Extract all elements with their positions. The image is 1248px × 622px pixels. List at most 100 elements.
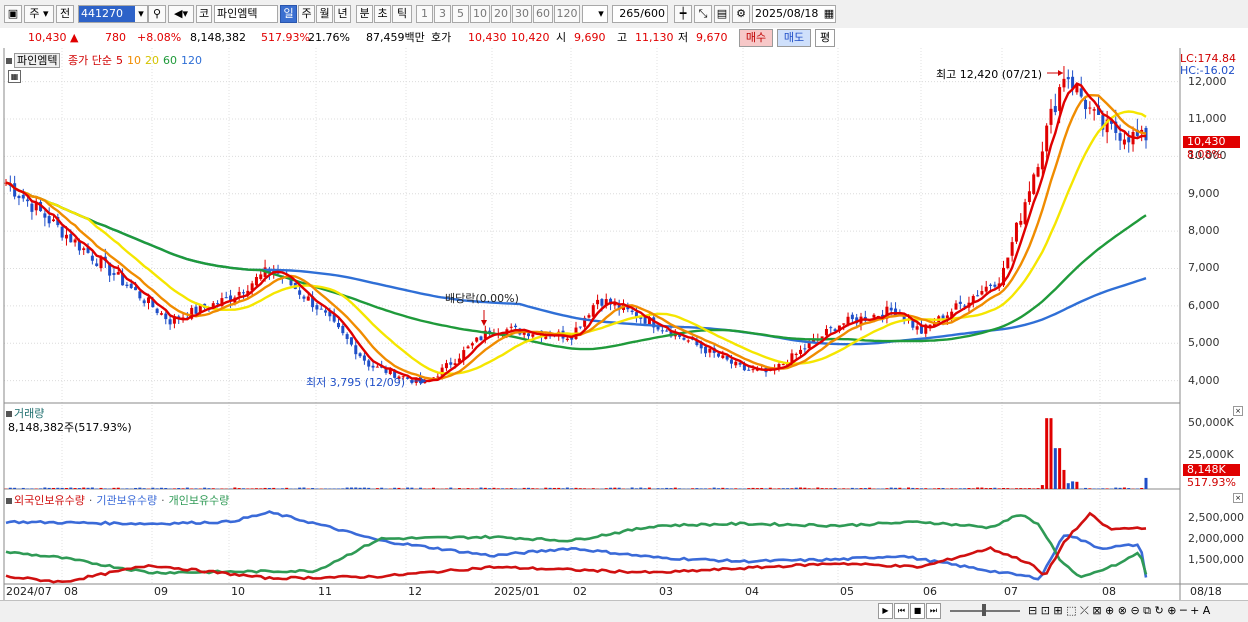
avg-button[interactable]: 평 [815,29,835,47]
interval-60[interactable]: 60 [533,5,553,23]
window-icon[interactable]: ▣ [4,5,22,23]
period-second[interactable]: 초 [374,5,391,23]
open-value: 9,690 [574,31,606,45]
period-day[interactable]: 일 [280,5,297,23]
prev-button[interactable]: 전 [56,5,74,23]
low-value: 9,670 [696,31,728,45]
interval-5[interactable]: 5 [452,5,469,23]
volume-bar [635,488,638,489]
scroll-right-icon[interactable]: ▶ [878,603,893,619]
volume-bar [56,488,59,489]
date-value: 2025/08/18 [755,7,818,20]
search-icon[interactable]: ⚲ [148,5,166,23]
stock-code-value: 441270 [81,7,123,20]
candle-body [682,338,685,340]
volume-bar [752,488,755,489]
calendar-icon[interactable]: ▦ [823,6,835,22]
candle-body [842,323,845,324]
gear-icon[interactable]: ⚙ [732,5,750,23]
volume-bar [842,488,845,489]
volume-bar [829,488,832,489]
bottom-scrollbar[interactable]: ▶ ⏮ ■ ⏭ ⊟ ⊡ ⊞ ⬚ ⤫ ⊠ ⊕ ⊗ ⊖ ⧉ ↻ ⊕ ─ + A [0,600,1248,622]
close-icon[interactable]: × [1233,493,1243,503]
volume-bar [765,488,768,489]
volume-bar [562,488,565,489]
sell-button[interactable]: 매도 [777,29,811,47]
candle-body [985,287,988,292]
stock-name-field[interactable]: 파인엠텍 [214,5,278,23]
volume-bar [164,488,167,489]
toolbar: ▣ 주 ▾ 전 441270▾ ⚲ ◀▾ 코 파인엠텍 일 주 월 년 분 초 … [0,0,1248,29]
volume-bar [449,488,452,489]
candle-body [359,353,362,356]
interval-20[interactable]: 20 [491,5,511,23]
period-tick[interactable]: 틱 [392,5,412,23]
buy-button[interactable]: 매수 [739,29,773,47]
volume-bar [980,488,983,489]
candle-body [337,323,340,327]
period-type-select[interactable]: 주 ▾ [24,5,54,23]
bid-value: 10,420 [511,31,550,45]
stock-name-tag[interactable]: 파인엠텍 [14,53,60,68]
toolbar-icons-right[interactable]: ⊟ ⊡ ⊞ ⬚ ⤫ ⊠ ⊕ ⊗ ⊖ ⧉ ↻ ⊕ ─ + A [1028,603,1210,618]
volume-bar [492,488,495,489]
candle-body [592,305,595,317]
count-field[interactable]: 265/600 [612,5,668,23]
first-page-icon[interactable]: ⏮ [894,603,909,619]
last-page-icon[interactable]: ⏭ [926,603,941,619]
bid-label: 호가 [431,31,451,45]
zoom-slider-handle[interactable] [982,604,986,616]
save-icon[interactable]: ▤ [714,5,730,23]
panel-handle-icon[interactable] [6,411,12,417]
candle-body [1084,100,1087,109]
volume-bar [285,488,288,489]
date-field[interactable]: 2025/08/18 ▦ [752,5,836,23]
chevron-down-icon[interactable]: ▾ [595,6,607,22]
volume-bar [1123,488,1126,489]
chart-area[interactable] [0,48,1248,600]
stock-code-input[interactable]: 441270 ▾ [78,5,148,23]
volume-bar [65,488,68,489]
interval-1[interactable]: 1 [416,5,433,23]
volume-bar [341,488,344,489]
interval-120[interactable]: 120 [554,5,580,23]
volume-bar [989,488,992,489]
price-tick-label: 4,000 [1188,374,1220,387]
x-tick-label: 04 [745,585,759,598]
close-icon[interactable]: × [1233,406,1243,416]
panel-handle-icon[interactable] [6,498,12,504]
chevron-down-icon[interactable]: ▾ [135,6,147,22]
period-month[interactable]: 월 [316,5,333,23]
interval-3[interactable]: 3 [434,5,451,23]
period-year[interactable]: 년 [334,5,351,23]
candle-body [147,297,150,303]
volume-bar [1037,488,1040,489]
volume-bar [639,488,642,489]
price-value: 10,430 ▲ [28,31,78,45]
panel-handle-icon[interactable] [6,58,12,64]
volume-bar [1058,448,1061,489]
candle-body [980,291,983,294]
candle-body [989,285,992,286]
interval-10[interactable]: 10 [470,5,490,23]
volume-bar [251,488,254,489]
period-week[interactable]: 주 [298,5,315,23]
candle-body [195,307,198,314]
candle-icon[interactable]: ┿ [674,5,692,23]
high-label: 고 [617,31,627,45]
volume-bar [868,488,871,489]
candle-body [134,287,137,290]
interval-30[interactable]: 30 [512,5,532,23]
crosshair-icon[interactable]: ⤡ [694,5,712,23]
stop-icon[interactable]: ■ [910,603,925,619]
volume-bar [549,488,552,489]
table-icon[interactable]: ▦ [8,70,21,83]
custom-interval-select[interactable]: ▾ [582,5,608,23]
volume-bar [985,488,988,489]
volume-bar [1084,488,1087,489]
volume-bar [959,488,962,489]
period-minute[interactable]: 분 [356,5,373,23]
speaker-icon[interactable]: ◀▾ [168,5,194,23]
volume-bar [998,488,1001,489]
candle-body [17,196,20,198]
